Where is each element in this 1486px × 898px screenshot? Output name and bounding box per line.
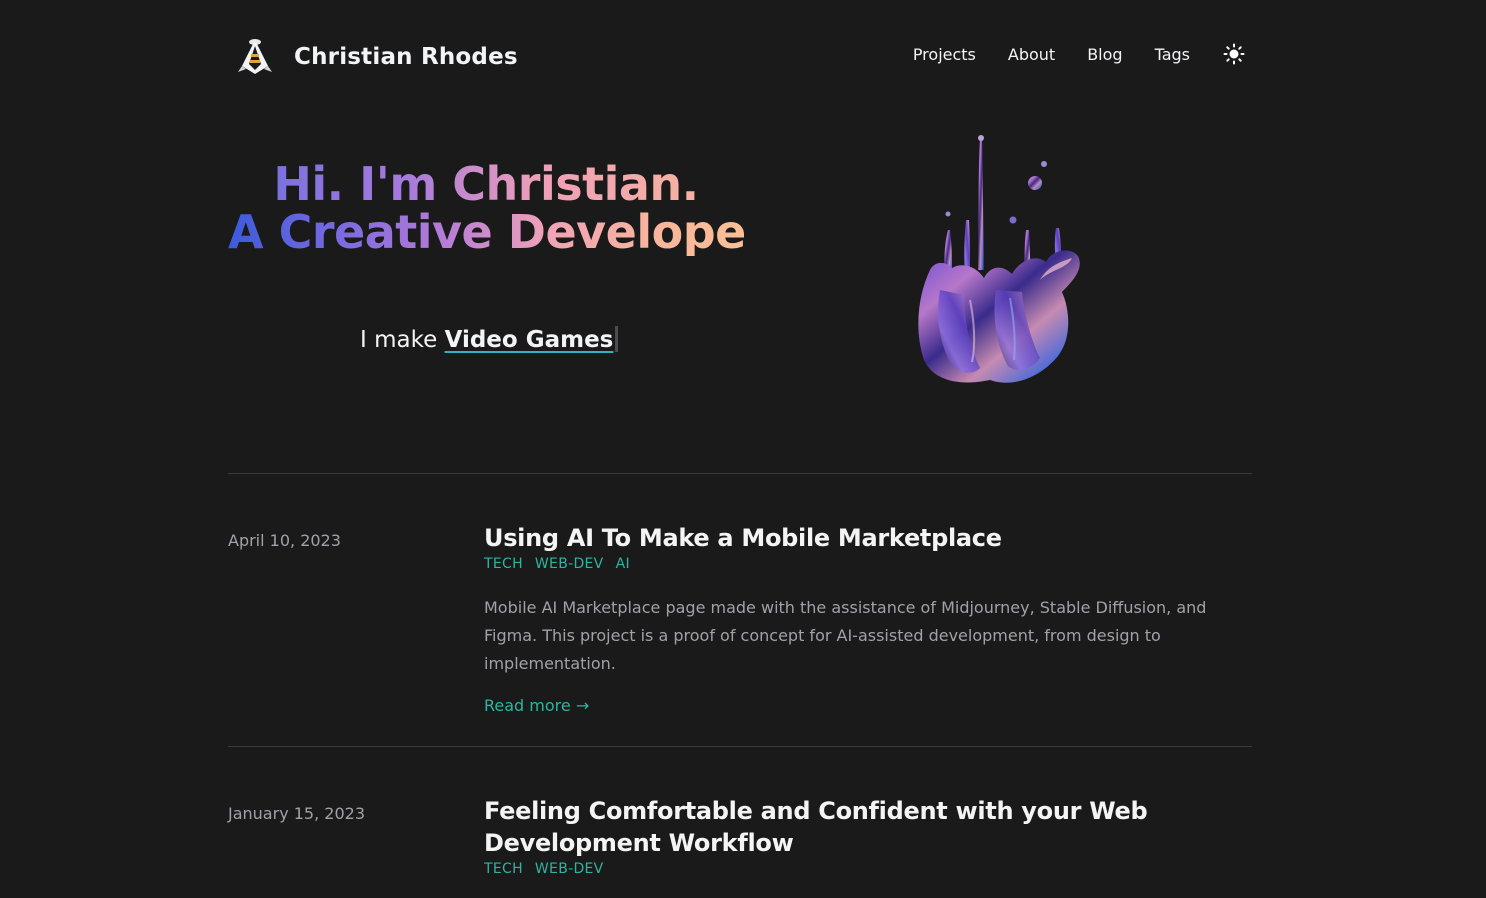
post-title-link[interactable]: Using AI To Make a Mobile Marketplace [484, 522, 1244, 554]
nav-tags[interactable]: Tags [1155, 45, 1190, 64]
hero-greeting: Hi. I'm Christian. [228, 160, 744, 208]
typing-cursor [615, 326, 619, 352]
sun-icon[interactable] [1222, 42, 1246, 66]
tag-link[interactable]: TECH [484, 556, 523, 572]
bee-logo-icon[interactable] [236, 36, 274, 76]
tag-link[interactable]: TECH [484, 861, 523, 877]
post-summary: Mobile AI Marketplace page made with the… [484, 598, 1207, 673]
hero-role: A Creative Developer [228, 205, 769, 259]
hero-heading: Hi. I'm Christian. A Creative Developer [228, 160, 769, 259]
post-tags: TECH WEB-DEV AI [484, 556, 1244, 572]
hero-tagline: I make Video Games [360, 326, 619, 353]
main-nav: Projects About Blog Tags [913, 42, 1252, 66]
post-item: Using AI To Make a Mobile Marketplace TE… [484, 522, 1244, 715]
nav-projects[interactable]: Projects [913, 45, 976, 64]
section-divider [228, 473, 1252, 474]
tagline-prefix: I make [360, 327, 438, 353]
post-tags: TECH WEB-DEV [484, 861, 1244, 877]
nav-about[interactable]: About [1008, 45, 1055, 64]
post-date: January 15, 2023 [228, 804, 365, 823]
tag-link[interactable]: WEB-DEV [535, 556, 604, 572]
abstract-iridescent-blob-image [900, 130, 1100, 390]
tag-link[interactable]: AI [616, 556, 630, 572]
page: Christian Rhodes Projects About Blog Tag… [0, 0, 1486, 898]
post-item: Feeling Comfortable and Confident with y… [484, 795, 1244, 877]
post-divider [228, 746, 1252, 747]
post-date: April 10, 2023 [228, 531, 341, 550]
post-title-link[interactable]: Feeling Comfortable and Confident with y… [484, 795, 1244, 859]
site-title[interactable]: Christian Rhodes [294, 44, 518, 70]
nav-blog[interactable]: Blog [1087, 45, 1122, 64]
read-more-link[interactable]: Read more → [484, 696, 589, 715]
tagline-highlight: Video Games [444, 327, 614, 353]
tag-link[interactable]: WEB-DEV [535, 861, 604, 877]
site-header: Christian Rhodes Projects About Blog Tag… [228, 28, 1252, 88]
